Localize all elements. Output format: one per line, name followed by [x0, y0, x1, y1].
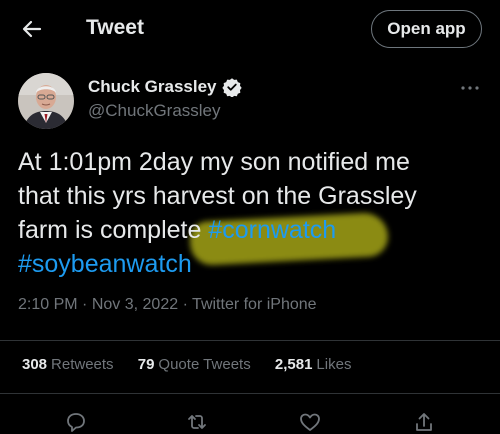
quotes-stat[interactable]: 79 Quote Tweets — [138, 356, 251, 373]
likes-count: 2,581 — [274, 356, 313, 373]
verified-badge-icon — [221, 78, 242, 97]
author-handle[interactable]: @ChuckGrassley — [88, 101, 221, 121]
quotes-count: 79 — [137, 356, 155, 373]
retweets-stat[interactable]: 308 Retweets — [22, 356, 114, 373]
avatar-image — [18, 73, 74, 129]
tweet-line-3-text: farm is complete — [18, 216, 209, 244]
tweet-source[interactable]: Twitter for iPhone — [192, 296, 317, 313]
retweets-count: 308 — [22, 356, 48, 373]
tweet-date[interactable]: Nov 3, 2022 — [92, 296, 178, 313]
author-name[interactable]: Chuck Grassley — [88, 77, 242, 97]
retweet-icon[interactable] — [185, 410, 209, 434]
more-icon[interactable] — [458, 78, 482, 98]
divider — [0, 393, 500, 394]
page-title: Tweet — [86, 16, 144, 39]
separator: · — [182, 296, 188, 313]
tweet-line-3: farm is complete #cornwatch — [18, 213, 488, 247]
tweet-line-2: that this yrs harvest on the Grassley — [18, 182, 417, 210]
tweet-stats: 308 Retweets 79 Quote Tweets 2,581 Likes — [22, 356, 371, 373]
back-arrow-icon[interactable] — [20, 17, 44, 41]
top-bar: Tweet Open app — [0, 0, 500, 60]
tweet-metadata: 2:10 PM · Nov 3, 2022 · Twitter for iPho… — [18, 296, 317, 314]
like-icon[interactable] — [298, 410, 322, 434]
hashtag-soybeanwatch[interactable]: #soybeanwatch — [18, 247, 488, 281]
share-icon[interactable] — [412, 410, 436, 434]
avatar[interactable] — [18, 73, 74, 129]
retweets-label: Retweets — [51, 356, 114, 373]
quotes-label: Quote Tweets — [158, 356, 251, 373]
separator: · — [82, 296, 88, 313]
tweet-text: At 1:01pm 2day my son notified me that t… — [18, 145, 488, 281]
open-app-button[interactable]: Open app — [371, 10, 482, 48]
tweet-line-1: At 1:01pm 2day my son notified me — [18, 148, 410, 176]
likes-label: Likes — [316, 356, 352, 373]
likes-stat[interactable]: 2,581 Likes — [275, 356, 352, 373]
author-name-text: Chuck Grassley — [88, 77, 217, 96]
reply-icon[interactable] — [64, 410, 88, 434]
divider — [0, 340, 500, 341]
hashtag-cornwatch[interactable]: #cornwatch — [208, 216, 336, 244]
tweet-time[interactable]: 2:10 PM — [18, 296, 78, 313]
